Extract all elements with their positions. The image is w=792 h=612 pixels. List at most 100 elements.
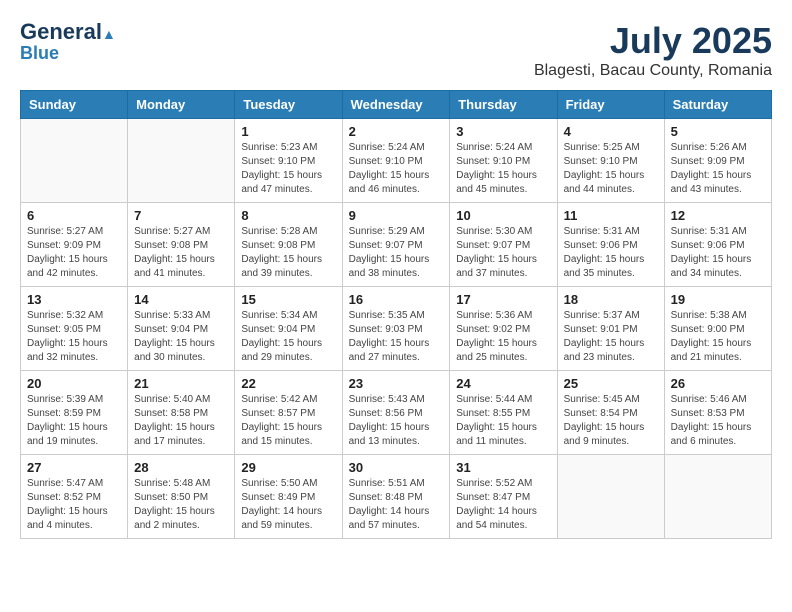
day-info: Sunrise: 5:31 AM Sunset: 9:06 PM Dayligh… <box>564 225 658 281</box>
day-info: Sunrise: 5:42 AM Sunset: 8:57 PM Dayligh… <box>241 393 335 449</box>
day-info: Sunrise: 5:51 AM Sunset: 8:48 PM Dayligh… <box>349 477 444 533</box>
day-info: Sunrise: 5:47 AM Sunset: 8:52 PM Dayligh… <box>27 477 121 533</box>
day-info: Sunrise: 5:35 AM Sunset: 9:03 PM Dayligh… <box>349 309 444 365</box>
day-number: 4 <box>564 124 658 139</box>
day-info: Sunrise: 5:38 AM Sunset: 9:00 PM Dayligh… <box>671 309 765 365</box>
col-header-monday: Monday <box>128 91 235 119</box>
calendar-cell: 6 Sunrise: 5:27 AM Sunset: 9:09 PM Daylig… <box>21 203 128 287</box>
col-header-thursday: Thursday <box>450 91 557 119</box>
calendar-week-5: 27Sunrise: 5:47 AM Sunset: 8:52 PM Dayli… <box>21 455 772 539</box>
calendar-week-2: 6 Sunrise: 5:27 AM Sunset: 9:09 PM Daylig… <box>21 203 772 287</box>
day-info: Sunrise: 5:39 AM Sunset: 8:59 PM Dayligh… <box>27 393 121 449</box>
calendar-cell: 14 Sunrise: 5:33 AM Sunset: 9:04 PM Dayli… <box>128 287 235 371</box>
calendar-cell: 4 Sunrise: 5:25 AM Sunset: 9:10 PM Daylig… <box>557 119 664 203</box>
day-number: 14 <box>134 292 228 307</box>
calendar-cell: 19 Sunrise: 5:38 AM Sunset: 9:00 PM Dayli… <box>664 287 771 371</box>
calendar-cell: 28 Sunrise: 5:48 AM Sunset: 8:50 PM Dayli… <box>128 455 235 539</box>
logo-blue: Blue <box>20 44 59 64</box>
calendar-cell: 21 Sunrise: 5:40 AM Sunset: 8:58 PM Dayli… <box>128 371 235 455</box>
day-number: 5 <box>671 124 765 139</box>
day-info: Sunrise: 5:26 AM Sunset: 9:09 PM Dayligh… <box>671 141 765 197</box>
calendar-cell: 12 Sunrise: 5:31 AM Sunset: 9:06 PM Dayli… <box>664 203 771 287</box>
day-number: 16 <box>349 292 444 307</box>
calendar-cell: 10 Sunrise: 5:30 AM Sunset: 9:07 PM Dayli… <box>450 203 557 287</box>
day-info: Sunrise: 5:23 AM Sunset: 9:10 PM Dayligh… <box>241 141 335 197</box>
col-header-friday: Friday <box>557 91 664 119</box>
title-block: July 2025 Blagesti, Bacau County, Romani… <box>534 20 772 80</box>
day-number: 11 <box>564 208 658 223</box>
calendar-cell: 22 Sunrise: 5:42 AM Sunset: 8:57 PM Dayli… <box>235 371 342 455</box>
day-info: Sunrise: 5:52 AM Sunset: 8:47 PM Dayligh… <box>456 477 550 533</box>
day-number: 21 <box>134 376 228 391</box>
calendar-cell: 2 Sunrise: 5:24 AM Sunset: 9:10 PM Daylig… <box>342 119 450 203</box>
calendar-cell: 11 Sunrise: 5:31 AM Sunset: 9:06 PM Dayli… <box>557 203 664 287</box>
day-info: Sunrise: 5:44 AM Sunset: 8:55 PM Dayligh… <box>456 393 550 449</box>
calendar-cell: 9Sunrise: 5:29 AM Sunset: 9:07 PM Daylig… <box>342 203 450 287</box>
day-info: Sunrise: 5:25 AM Sunset: 9:10 PM Dayligh… <box>564 141 658 197</box>
calendar-cell: 27Sunrise: 5:47 AM Sunset: 8:52 PM Dayli… <box>21 455 128 539</box>
day-number: 19 <box>671 292 765 307</box>
day-number: 26 <box>671 376 765 391</box>
day-info: Sunrise: 5:48 AM Sunset: 8:50 PM Dayligh… <box>134 477 228 533</box>
day-info: Sunrise: 5:46 AM Sunset: 8:53 PM Dayligh… <box>671 393 765 449</box>
day-number: 12 <box>671 208 765 223</box>
day-number: 13 <box>27 292 121 307</box>
day-info: Sunrise: 5:34 AM Sunset: 9:04 PM Dayligh… <box>241 309 335 365</box>
calendar-cell: 3Sunrise: 5:24 AM Sunset: 9:10 PM Daylig… <box>450 119 557 203</box>
calendar-cell: 18 Sunrise: 5:37 AM Sunset: 9:01 PM Dayli… <box>557 287 664 371</box>
day-number: 10 <box>456 208 550 223</box>
day-number: 2 <box>349 124 444 139</box>
col-header-wednesday: Wednesday <box>342 91 450 119</box>
calendar-cell: 30 Sunrise: 5:51 AM Sunset: 8:48 PM Dayli… <box>342 455 450 539</box>
calendar-cell: 20Sunrise: 5:39 AM Sunset: 8:59 PM Dayli… <box>21 371 128 455</box>
logo-text: General▲ <box>20 20 116 44</box>
calendar-cell: 16 Sunrise: 5:35 AM Sunset: 9:03 PM Dayli… <box>342 287 450 371</box>
col-header-sunday: Sunday <box>21 91 128 119</box>
day-number: 8 <box>241 208 335 223</box>
calendar-cell: 8 Sunrise: 5:28 AM Sunset: 9:08 PM Daylig… <box>235 203 342 287</box>
col-header-tuesday: Tuesday <box>235 91 342 119</box>
calendar-cell: 26 Sunrise: 5:46 AM Sunset: 8:53 PM Dayli… <box>664 371 771 455</box>
day-info: Sunrise: 5:37 AM Sunset: 9:01 PM Dayligh… <box>564 309 658 365</box>
day-number: 22 <box>241 376 335 391</box>
day-info: Sunrise: 5:31 AM Sunset: 9:06 PM Dayligh… <box>671 225 765 281</box>
day-info: Sunrise: 5:40 AM Sunset: 8:58 PM Dayligh… <box>134 393 228 449</box>
day-number: 23 <box>349 376 444 391</box>
day-number: 25 <box>564 376 658 391</box>
calendar-cell <box>128 119 235 203</box>
day-info: Sunrise: 5:30 AM Sunset: 9:07 PM Dayligh… <box>456 225 550 281</box>
day-info: Sunrise: 5:29 AM Sunset: 9:07 PM Dayligh… <box>349 225 444 281</box>
day-info: Sunrise: 5:33 AM Sunset: 9:04 PM Dayligh… <box>134 309 228 365</box>
day-info: Sunrise: 5:43 AM Sunset: 8:56 PM Dayligh… <box>349 393 444 449</box>
calendar-cell <box>557 455 664 539</box>
day-info: Sunrise: 5:27 AM Sunset: 9:09 PM Dayligh… <box>27 225 121 281</box>
day-number: 6 <box>27 208 121 223</box>
calendar-header-row: SundayMondayTuesdayWednesdayThursdayFrid… <box>21 91 772 119</box>
main-title: July 2025 <box>534 20 772 62</box>
day-number: 18 <box>564 292 658 307</box>
day-number: 7 <box>134 208 228 223</box>
calendar-week-4: 20Sunrise: 5:39 AM Sunset: 8:59 PM Dayli… <box>21 371 772 455</box>
day-info: Sunrise: 5:50 AM Sunset: 8:49 PM Dayligh… <box>241 477 335 533</box>
day-number: 30 <box>349 460 444 475</box>
day-info: Sunrise: 5:45 AM Sunset: 8:54 PM Dayligh… <box>564 393 658 449</box>
calendar-cell: 24Sunrise: 5:44 AM Sunset: 8:55 PM Dayli… <box>450 371 557 455</box>
page-header: General▲ Blue July 2025 Blagesti, Bacau … <box>20 20 772 80</box>
calendar-week-3: 13 Sunrise: 5:32 AM Sunset: 9:05 PM Dayli… <box>21 287 772 371</box>
logo: General▲ Blue <box>20 20 116 64</box>
day-info: Sunrise: 5:24 AM Sunset: 9:10 PM Dayligh… <box>349 141 444 197</box>
calendar-cell <box>664 455 771 539</box>
calendar-cell: 17Sunrise: 5:36 AM Sunset: 9:02 PM Dayli… <box>450 287 557 371</box>
calendar-cell: 5 Sunrise: 5:26 AM Sunset: 9:09 PM Daylig… <box>664 119 771 203</box>
calendar-cell: 7 Sunrise: 5:27 AM Sunset: 9:08 PM Daylig… <box>128 203 235 287</box>
subtitle: Blagesti, Bacau County, Romania <box>534 62 772 80</box>
calendar-cell: 25 Sunrise: 5:45 AM Sunset: 8:54 PM Dayli… <box>557 371 664 455</box>
day-info: Sunrise: 5:28 AM Sunset: 9:08 PM Dayligh… <box>241 225 335 281</box>
day-number: 28 <box>134 460 228 475</box>
calendar-cell: 29Sunrise: 5:50 AM Sunset: 8:49 PM Dayli… <box>235 455 342 539</box>
col-header-saturday: Saturday <box>664 91 771 119</box>
calendar-cell <box>21 119 128 203</box>
day-info: Sunrise: 5:24 AM Sunset: 9:10 PM Dayligh… <box>456 141 550 197</box>
day-info: Sunrise: 5:32 AM Sunset: 9:05 PM Dayligh… <box>27 309 121 365</box>
day-info: Sunrise: 5:27 AM Sunset: 9:08 PM Dayligh… <box>134 225 228 281</box>
